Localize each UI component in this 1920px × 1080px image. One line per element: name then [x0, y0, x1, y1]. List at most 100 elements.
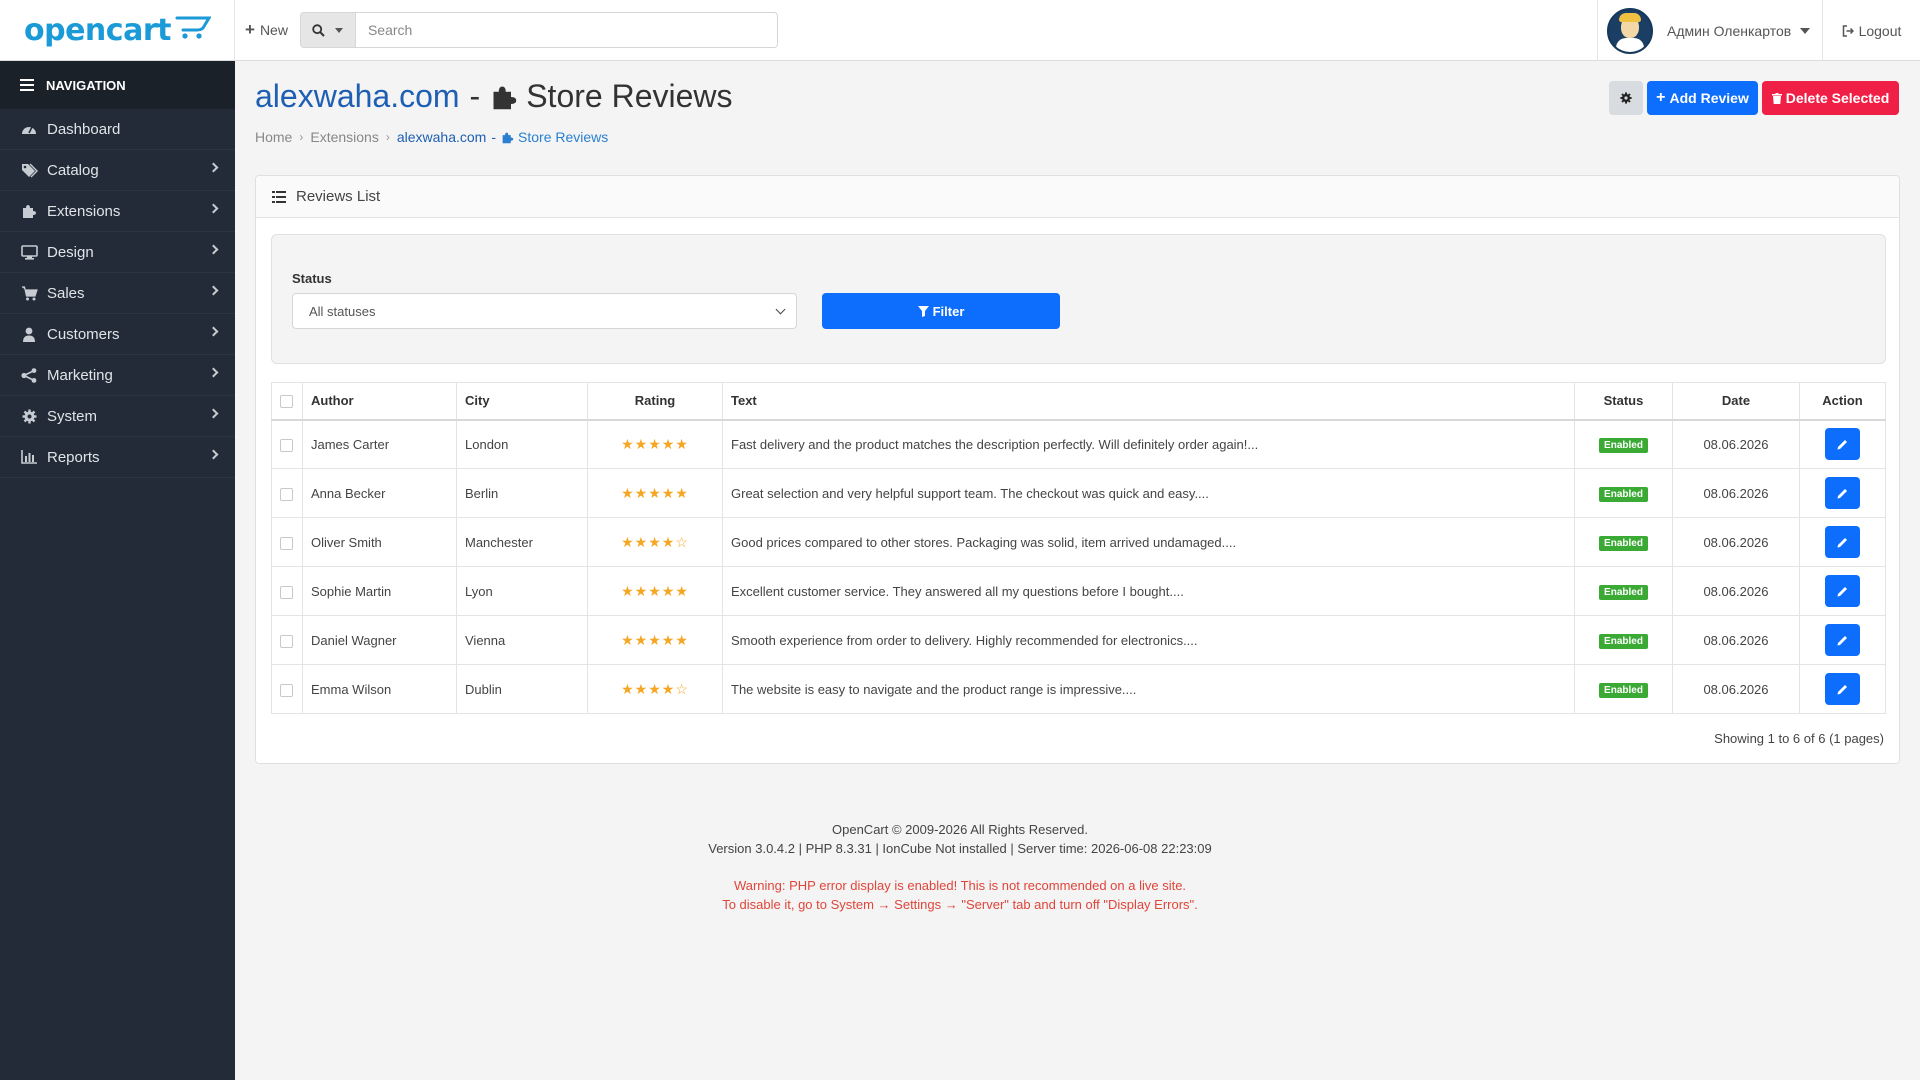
status-badge: Enabled	[1599, 486, 1648, 502]
cell-status: Enabled	[1574, 615, 1673, 665]
plus-icon: +	[245, 20, 255, 39]
cell-date: 08.06.2026	[1672, 664, 1800, 714]
logout-label: Logout	[1858, 22, 1902, 39]
cell-date: 08.06.2026	[1672, 419, 1800, 469]
cell-text: Smooth experience from order to delivery…	[722, 615, 1575, 665]
chevron-right-icon	[208, 326, 219, 337]
chevron-right-icon	[208, 244, 219, 255]
opencart-logo[interactable]: opencart	[0, 0, 235, 61]
edit-button[interactable]	[1825, 526, 1860, 558]
cell-text: Excellent customer service. They answere…	[722, 566, 1575, 616]
sidebar-item-system[interactable]: System	[0, 396, 235, 437]
breadcrumb-dash: -	[491, 129, 497, 145]
puzzle-icon	[20, 202, 38, 220]
trash-icon	[1771, 92, 1782, 104]
row-select-cell	[271, 468, 303, 518]
sidebar-item-label: Customers	[47, 325, 120, 343]
pencil-icon	[1837, 488, 1847, 498]
sidebar: NAVIGATION Dashboard Catalog Extensions …	[0, 61, 235, 1080]
breadcrumb-site[interactable]: alexwaha.com	[397, 129, 487, 145]
breadcrumb-current[interactable]: Store Reviews	[501, 129, 608, 145]
row-checkbox[interactable]	[280, 438, 293, 452]
edit-button[interactable]	[1825, 575, 1860, 607]
logout-button[interactable]: Logout	[1822, 0, 1920, 61]
navigation-title: NAVIGATION	[46, 77, 126, 93]
panel-title: Reviews List	[296, 188, 381, 205]
cell-text: Great selection and very helpful support…	[722, 468, 1575, 518]
col-author[interactable]: Author	[302, 382, 457, 421]
delete-selected-button[interactable]: Delete Selected	[1762, 81, 1899, 115]
chevron-right-icon	[208, 162, 219, 173]
row-select-cell	[271, 566, 303, 616]
row-checkbox[interactable]	[280, 585, 293, 599]
list-icon	[272, 190, 286, 203]
row-checkbox[interactable]	[280, 487, 293, 501]
cell-text: Good prices compared to other stores. Pa…	[722, 517, 1575, 567]
cart-icon	[20, 284, 38, 302]
plus-icon: +	[1656, 89, 1666, 106]
cell-action	[1799, 419, 1886, 469]
select-all-checkbox[interactable]	[280, 395, 293, 409]
sidebar-item-label: Sales	[47, 284, 85, 302]
sidebar-item-catalog[interactable]: Catalog	[0, 150, 235, 191]
sidebar-item-sales[interactable]: Sales	[0, 273, 235, 314]
edit-button[interactable]	[1825, 477, 1860, 509]
table-row: Daniel Wagner Vienna ★★★★★ Smooth experi…	[271, 615, 1886, 665]
cell-status: Enabled	[1574, 664, 1673, 714]
sidebar-item-label: Design	[47, 243, 94, 261]
sidebar-item-customers[interactable]: Customers	[0, 314, 235, 355]
col-date[interactable]: Date	[1672, 382, 1800, 421]
add-review-button[interactable]: + Add Review	[1647, 81, 1758, 115]
settings-button[interactable]	[1609, 81, 1643, 115]
col-status[interactable]: Status	[1574, 382, 1673, 421]
dashboard-icon	[20, 120, 38, 138]
user-menu[interactable]: Админ Оленкартов	[1597, 0, 1811, 61]
status-badge: Enabled	[1599, 633, 1648, 649]
footer-version: Version 3.0.4.2 | PHP 8.3.31 | IonCube N…	[708, 841, 1212, 856]
table-row: James Carter London ★★★★★ Fast delivery …	[271, 419, 1886, 469]
desktop-icon	[20, 243, 38, 261]
page-title-dash: -	[469, 78, 481, 114]
new-button[interactable]: + New	[245, 20, 288, 40]
sidebar-item-dashboard[interactable]: Dashboard	[0, 109, 235, 150]
breadcrumb-extensions[interactable]: Extensions	[310, 129, 378, 145]
share-icon	[20, 366, 38, 384]
col-rating[interactable]: Rating	[587, 382, 723, 421]
caret-down-icon	[335, 27, 344, 33]
edit-button[interactable]	[1825, 673, 1860, 705]
cart-logo-icon	[175, 16, 211, 39]
table-row: Oliver Smith Manchester ★★★★☆ Good price…	[271, 517, 1886, 567]
status-badge: Enabled	[1599, 682, 1648, 698]
sidebar-item-reports[interactable]: Reports	[0, 437, 235, 478]
search-bar	[299, 12, 778, 48]
edit-button[interactable]	[1825, 428, 1860, 461]
search-input[interactable]	[355, 12, 778, 48]
search-type-dropdown[interactable]	[299, 12, 356, 48]
col-action: Action	[1799, 382, 1886, 421]
status-badge: Enabled	[1599, 437, 1648, 453]
status-select[interactable]: All statuses	[292, 293, 797, 329]
status-label: Status	[292, 271, 332, 286]
reviews-table: Author City Rating Text Status Date Acti…	[271, 382, 1886, 714]
cell-rating: ★★★★☆	[587, 664, 723, 714]
top-header: opencart + New Админ Оленкартов Logout	[0, 0, 1920, 61]
sidebar-item-design[interactable]: Design	[0, 232, 235, 273]
row-checkbox[interactable]	[280, 683, 293, 697]
row-checkbox[interactable]	[280, 536, 293, 550]
cell-status: Enabled	[1574, 468, 1673, 518]
footer-copyright: OpenCart © 2009-2026 All Rights Reserved…	[832, 822, 1088, 837]
breadcrumb-home[interactable]: Home	[255, 129, 292, 145]
footer: OpenCart © 2009-2026 All Rights Reserved…	[235, 820, 1685, 914]
col-city[interactable]: City	[456, 382, 588, 421]
cell-action	[1799, 664, 1886, 714]
row-checkbox[interactable]	[280, 634, 293, 648]
filter-button[interactable]: Filter	[822, 293, 1060, 329]
status-badge: Enabled	[1599, 584, 1648, 600]
cell-author: James Carter	[302, 419, 457, 469]
footer-warning: Warning: PHP error display is enabled! T…	[733, 878, 1187, 893]
sidebar-item-marketing[interactable]: Marketing	[0, 355, 235, 396]
edit-button[interactable]	[1825, 624, 1860, 656]
chevron-right-icon	[208, 408, 219, 419]
new-button-label: New	[259, 22, 288, 38]
sidebar-item-extensions[interactable]: Extensions	[0, 191, 235, 232]
